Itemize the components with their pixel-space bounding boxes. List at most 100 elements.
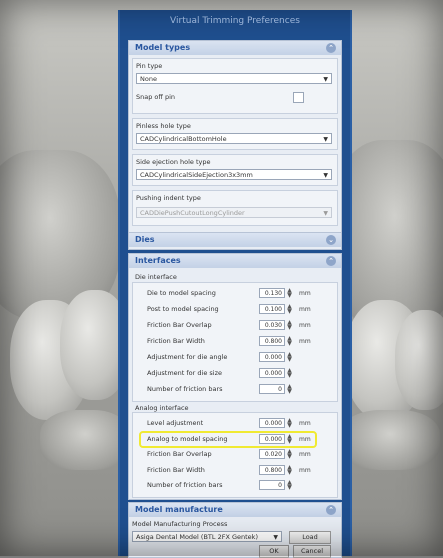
- pin-type-value: None: [140, 75, 157, 83]
- die-spinbox[interactable]: 0.000: [259, 352, 285, 362]
- die-label: Adjustment for die angle: [147, 353, 228, 361]
- analog-unit: mm: [299, 451, 311, 458]
- spin-arrows-icon[interactable]: ▲ ▼: [286, 320, 293, 331]
- model-manufacture-header[interactable]: Model manufacture ⌃: [129, 503, 341, 517]
- pin-type-group: Pin type None ▼ Snap off pin: [132, 58, 338, 114]
- die-label: Die to model spacing: [147, 289, 216, 297]
- interfaces-header[interactable]: Interfaces ⌃: [129, 254, 341, 268]
- ok-button[interactable]: OK: [259, 545, 289, 558]
- spin-arrows-icon[interactable]: ▲ ▼: [286, 464, 293, 475]
- collapse-icon[interactable]: ⌃: [326, 43, 336, 53]
- die-row: Adjustment for die size 0.000 ▲ ▼: [133, 367, 337, 379]
- dental-model-gum: [340, 410, 440, 470]
- analog-spinbox[interactable]: 0.000: [259, 418, 285, 428]
- die-row: Post to model spacing 0.100 ▲ ▼ mm: [133, 303, 337, 315]
- die-label: Friction Bar Width: [147, 337, 205, 345]
- pushing-select[interactable]: CADDiePushCutoutLongCylinder ▼: [136, 207, 332, 218]
- pushing-label: Pushing indent type: [136, 194, 201, 202]
- spin-arrows-icon[interactable]: ▲ ▼: [286, 449, 293, 460]
- cancel-button[interactable]: Cancel: [293, 545, 331, 558]
- die-spinbox[interactable]: 0.000: [259, 368, 285, 378]
- collapse-icon[interactable]: ⌃: [326, 505, 336, 515]
- pushing-value: CADDiePushCutoutLongCylinder: [140, 209, 245, 217]
- die-label: Number of friction bars: [147, 385, 223, 393]
- spin-arrows-icon[interactable]: ▲ ▼: [286, 480, 293, 491]
- dies-panel: Dies ⌄: [128, 232, 342, 250]
- analog-row: Analog to model spacing 0.000 ▲ ▼ mm: [133, 430, 337, 448]
- analog-row: Level adjustment 0.000 ▲ ▼ mm: [133, 417, 337, 429]
- spin-arrows-icon[interactable]: ▲ ▼: [286, 304, 293, 315]
- analog-interface-group: Level adjustment 0.000 ▲ ▼ mm Analog to model…: [132, 412, 338, 498]
- dental-model-tooth: [395, 310, 443, 410]
- spin-arrows-icon[interactable]: ▲ ▼: [286, 352, 293, 363]
- yellow-highlight-annotation: [139, 430, 317, 448]
- pinless-select[interactable]: CADCylindricalBottomHole ▼: [136, 133, 332, 144]
- analog-spinbox[interactable]: 0.020: [259, 449, 285, 459]
- spin-arrows-icon[interactable]: ▲ ▼: [286, 418, 293, 429]
- side-ejection-label: Side ejection hole type: [136, 158, 211, 166]
- analog-spinbox[interactable]: 0: [259, 480, 285, 490]
- die-unit: mm: [299, 290, 311, 297]
- preferences-dialog: Virtual Trimming Preferences Model types…: [118, 10, 352, 558]
- spin-arrows-icon[interactable]: ▲ ▼: [286, 368, 293, 379]
- die-unit: mm: [299, 338, 311, 345]
- die-unit: mm: [299, 322, 311, 329]
- analog-spinbox[interactable]: 0.800: [259, 464, 285, 475]
- process-value: Asiga Dental Model (BTL 2FX Gentek): [136, 533, 258, 541]
- pin-type-label: Pin type: [136, 62, 163, 70]
- collapse-icon[interactable]: ⌃: [326, 256, 336, 266]
- analog-label: Number of friction bars: [147, 481, 223, 489]
- analog-row: Number of friction bars 0 ▲ ▼: [133, 479, 337, 491]
- side-ejection-group: Side ejection hole type CADCylindricalSi…: [132, 154, 338, 186]
- analog-unit: mm: [299, 420, 311, 427]
- side-ejection-select[interactable]: CADCylindricalSideEjection3x3mm ▼: [136, 169, 332, 180]
- chevron-down-icon: ▼: [323, 136, 328, 143]
- analog-label: Friction Bar Overlap: [147, 450, 212, 458]
- analog-label: Level adjustment: [147, 419, 204, 427]
- pushing-group: Pushing indent type CADDiePushCutoutLong…: [132, 190, 338, 226]
- dies-title: Dies: [135, 235, 155, 244]
- analog-row: Friction Bar Overlap 0.020 ▲ ▼ mm: [133, 448, 337, 460]
- dental-model-gum: [40, 410, 130, 470]
- expand-icon[interactable]: ⌄: [326, 235, 336, 245]
- die-spinbox[interactable]: 0.800: [259, 336, 285, 346]
- die-spinbox[interactable]: 0: [259, 384, 285, 394]
- model-manufacture-panel: Model manufacture ⌃ Model Manufacturing …: [128, 502, 342, 558]
- process-select[interactable]: Asiga Dental Model (BTL 2FX Gentek) ▼: [132, 531, 282, 542]
- die-spinbox[interactable]: 0.130: [259, 288, 285, 298]
- dialog-title: Virtual Trimming Preferences: [170, 16, 300, 26]
- die-spinbox[interactable]: 0.030: [259, 320, 285, 330]
- spin-arrows-icon[interactable]: ▲ ▼: [286, 336, 293, 347]
- snap-off-label: Snap off pin: [136, 93, 175, 101]
- die-row: Friction Bar Width 0.800 ▲ ▼ mm: [133, 335, 337, 347]
- analog-row: Friction Bar Width 0.800 ▲ ▼ mm: [133, 464, 337, 476]
- die-label: Friction Bar Overlap: [147, 321, 212, 329]
- model-types-title: Model types: [135, 43, 191, 52]
- die-row: Friction Bar Overlap 0.030 ▲ ▼ mm: [133, 319, 337, 331]
- chevron-down-icon: ▼: [323, 210, 328, 217]
- analog-label: Friction Bar Width: [147, 465, 205, 474]
- model-types-header[interactable]: Model types ⌃: [129, 41, 341, 55]
- process-label: Model Manufacturing Process: [132, 520, 228, 528]
- pinless-group: Pinless hole type CADCylindricalBottomHo…: [132, 118, 338, 150]
- die-row: Number of friction bars 0 ▲ ▼: [133, 383, 337, 395]
- chevron-down-icon: ▼: [323, 172, 328, 179]
- analog-interface-label: Analog interface: [135, 404, 189, 412]
- chevron-down-icon: ▼: [323, 76, 328, 83]
- pin-type-select[interactable]: None ▼: [136, 73, 332, 84]
- side-ejection-value: CADCylindricalSideEjection3x3mm: [140, 171, 253, 179]
- interfaces-title: Interfaces: [135, 256, 181, 265]
- snap-off-checkbox[interactable]: [293, 92, 304, 103]
- model-manufacture-title: Model manufacture: [135, 505, 223, 514]
- die-label: Post to model spacing: [147, 305, 219, 313]
- spin-arrows-icon[interactable]: ▲ ▼: [286, 288, 293, 299]
- load-button[interactable]: Load: [289, 531, 331, 544]
- chevron-down-icon: ▼: [273, 534, 278, 541]
- analog-unit: mm: [299, 466, 311, 474]
- die-interface-group: Die to model spacing 0.130 ▲ ▼ mm Post to mod…: [132, 282, 338, 402]
- interfaces-panel: Interfaces ⌃ Die interface Die to model …: [128, 253, 342, 500]
- die-spinbox[interactable]: 0.100: [259, 304, 285, 314]
- die-row: Die to model spacing 0.130 ▲ ▼ mm: [133, 287, 337, 299]
- spin-arrows-icon[interactable]: ▲ ▼: [286, 384, 293, 395]
- dies-header[interactable]: Dies ⌄: [129, 233, 341, 247]
